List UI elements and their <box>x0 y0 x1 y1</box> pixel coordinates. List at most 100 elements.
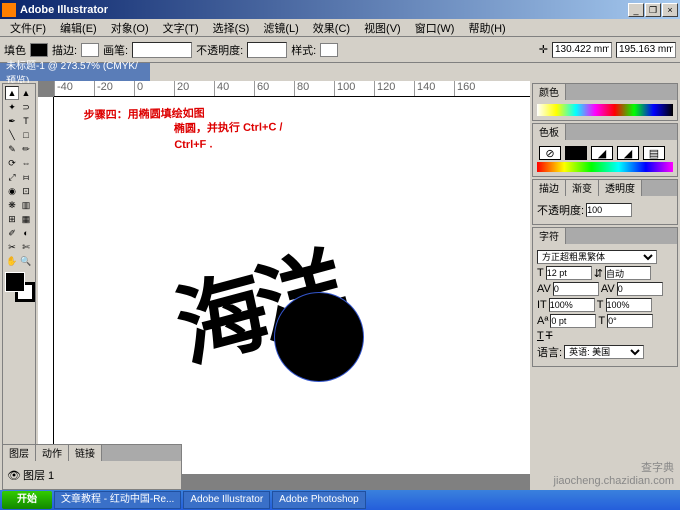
stroke-tab[interactable]: 描边 <box>533 180 566 196</box>
underline-button[interactable]: T <box>537 330 544 342</box>
tracking-icon: AV <box>601 283 615 295</box>
document-tab[interactable]: 未标题-1 @ 273.57% (CMYK/预览) <box>0 63 150 81</box>
lasso-tool[interactable]: ⊃ <box>19 100 33 114</box>
swatches-tab[interactable]: 色板 <box>533 124 566 140</box>
annotation-handwriting: 步骤四：用椭圆填绘如图 椭圆，并执行 Ctrl+C / Ctrl+F . <box>84 105 283 155</box>
coord-x[interactable] <box>552 42 612 58</box>
visibility-icon[interactable]: 👁 <box>7 469 21 482</box>
layer-row[interactable]: 👁 图层 1 <box>7 467 177 483</box>
rotate-tool[interactable]: ⟳ <box>5 156 19 170</box>
tracking-input[interactable] <box>617 282 663 296</box>
workspace: ▲▲ ✦⊃ ✒T ╲□ ✎✏ ⟳⇔ ⤢⧦ ◉⊡ ❋▥ ⊞▦ ✐◐ ✂✄ ✋🔍 -… <box>0 81 680 490</box>
fill-swatch[interactable] <box>30 43 48 57</box>
actions-tab[interactable]: 动作 <box>36 445 69 461</box>
rotation-icon: T <box>598 315 605 327</box>
scale-tool[interactable]: ⤢ <box>5 170 19 184</box>
baseline-input[interactable] <box>550 314 596 328</box>
slice-tool[interactable]: ✂ <box>5 240 19 254</box>
reflect-tool[interactable]: ⇔ <box>19 156 33 170</box>
stroke-swatch[interactable] <box>81 43 99 57</box>
gradient-tool[interactable]: ▦ <box>19 212 33 226</box>
links-tab[interactable]: 链接 <box>69 445 102 461</box>
color-tab[interactable]: 颜色 <box>533 84 566 100</box>
fill-stroke-control[interactable] <box>5 272 35 302</box>
coord-y[interactable] <box>616 42 676 58</box>
font-family-select[interactable]: 方正超粗黑繁体 <box>537 250 657 264</box>
rotation-input[interactable] <box>607 314 653 328</box>
panel-opacity-label: 不透明度: <box>537 202 584 218</box>
swatch-item[interactable]: ◢ <box>617 146 639 160</box>
panel-opacity-input[interactable] <box>586 203 632 217</box>
blend-tool[interactable]: ◐ <box>19 226 33 240</box>
menu-filter[interactable]: 滤镜(L) <box>257 20 304 36</box>
menu-window[interactable]: 窗口(W) <box>409 20 461 36</box>
artwork-ellipse[interactable] <box>274 292 364 382</box>
kerning-input[interactable] <box>553 282 599 296</box>
gradient-swatch[interactable] <box>537 162 673 172</box>
eyedropper-tool[interactable]: ✐ <box>5 226 19 240</box>
scissors-tool[interactable]: ✄ <box>19 240 33 254</box>
taskbar: 开始 文章教程 - 红动中国-Re... Adobe Illustrator A… <box>0 490 680 510</box>
character-tab[interactable]: 字符 <box>533 228 566 244</box>
menu-object[interactable]: 对象(O) <box>105 20 155 36</box>
baseline-icon: Aª <box>537 315 548 327</box>
menu-type[interactable]: 文字(T) <box>157 20 205 36</box>
app-icon <box>2 3 16 17</box>
coord-x-icon: ✛ <box>539 43 548 56</box>
ruler-horizontal: -40-20020406080100120140160 <box>54 81 530 97</box>
line-tool[interactable]: ╲ <box>5 128 19 142</box>
rectangle-tool[interactable]: □ <box>19 128 33 142</box>
font-size-input[interactable] <box>546 266 592 280</box>
free-transform-tool[interactable]: ⊡ <box>19 184 33 198</box>
pencil-tool[interactable]: ✏ <box>19 142 33 156</box>
hscale-input[interactable] <box>606 298 652 312</box>
paintbrush-tool[interactable]: ✎ <box>5 142 19 156</box>
hand-tool[interactable]: ✋ <box>5 254 19 268</box>
vscale-input[interactable] <box>549 298 595 312</box>
swatch-item[interactable]: ● <box>565 146 587 160</box>
canvas[interactable]: 步骤四：用椭圆填绘如图 椭圆，并执行 Ctrl+C / Ctrl+F . 海洋 <box>54 97 530 474</box>
brush-input[interactable] <box>132 42 192 58</box>
warp-tool[interactable]: ◉ <box>5 184 19 198</box>
pen-tool[interactable]: ✒ <box>5 114 19 128</box>
type-tool[interactable]: T <box>19 114 33 128</box>
direct-selection-tool[interactable]: ▲ <box>19 86 33 100</box>
symbol-sprayer-tool[interactable]: ❋ <box>5 198 19 212</box>
gradient-tab[interactable]: 渐变 <box>566 180 599 196</box>
zoom-tool[interactable]: 🔍 <box>19 254 33 268</box>
magic-wand-tool[interactable]: ✦ <box>5 100 19 114</box>
opacity-input[interactable] <box>247 42 287 58</box>
shear-tool[interactable]: ⧦ <box>19 170 33 184</box>
start-button[interactable]: 开始 <box>2 491 52 509</box>
menu-edit[interactable]: 编辑(E) <box>54 20 103 36</box>
transparency-tab[interactable]: 透明度 <box>599 180 642 196</box>
style-label: 样式: <box>291 42 316 58</box>
swatches-panel: 色板 ⊘ ● ◢ ◢ ▤ <box>532 123 678 177</box>
color-spectrum[interactable] <box>537 104 673 116</box>
mesh-tool[interactable]: ⊞ <box>5 212 19 226</box>
ruler-vertical <box>38 97 54 490</box>
swatch-item[interactable]: ▤ <box>643 146 665 160</box>
fill-box[interactable] <box>5 272 25 292</box>
taskbar-item[interactable]: 文章教程 - 红动中国-Re... <box>54 491 181 509</box>
leading-input[interactable] <box>605 266 651 280</box>
menu-help[interactable]: 帮助(H) <box>462 20 511 36</box>
close-button[interactable]: × <box>662 3 678 17</box>
menu-file[interactable]: 文件(F) <box>4 20 52 36</box>
restore-button[interactable]: ❐ <box>645 3 661 17</box>
swatch-none[interactable]: ⊘ <box>539 146 561 160</box>
swatch-item[interactable]: ◢ <box>591 146 613 160</box>
menu-effect[interactable]: 效果(C) <box>307 20 356 36</box>
strikethrough-button[interactable]: T <box>546 330 553 342</box>
taskbar-item[interactable]: Adobe Illustrator <box>183 491 270 509</box>
taskbar-item[interactable]: Adobe Photoshop <box>272 491 366 509</box>
menu-view[interactable]: 视图(V) <box>358 20 407 36</box>
style-swatch[interactable] <box>320 43 338 57</box>
graph-tool[interactable]: ▥ <box>19 198 33 212</box>
app-title: Adobe Illustrator <box>20 4 628 16</box>
layers-tab[interactable]: 图层 <box>3 445 36 461</box>
minimize-button[interactable]: _ <box>628 3 644 17</box>
language-select[interactable]: 英语: 美国 <box>564 345 644 359</box>
selection-tool[interactable]: ▲ <box>5 86 19 100</box>
menu-select[interactable]: 选择(S) <box>207 20 256 36</box>
